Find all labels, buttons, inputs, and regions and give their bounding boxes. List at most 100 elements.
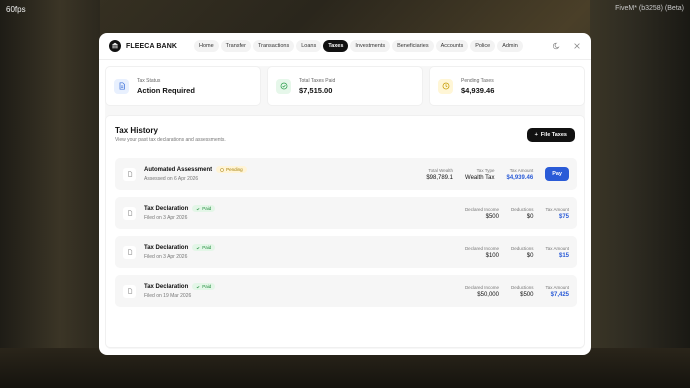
nav-item-investments[interactable]: Investments — [350, 40, 391, 52]
metric-label: Declared Income — [464, 206, 499, 212]
metric-label: Deductions — [510, 284, 534, 290]
metric-value: $100 — [485, 252, 499, 259]
row-metrics: Declared Income $50,000 Deductions $500 … — [465, 285, 569, 298]
history-row: Tax Declaration Paid Filed on 3 Apr 2026… — [115, 236, 577, 268]
metric-label: Declared Income — [464, 245, 499, 251]
metric-value: $7,425 — [550, 291, 569, 298]
document-icon — [114, 78, 129, 94]
metric-value: $75 — [558, 213, 569, 220]
row-metric: Deductions $0 — [511, 207, 534, 220]
summary-cards: Tax Status Action Required Total Taxes P… — [105, 66, 585, 106]
nav-item-admin[interactable]: Admin — [497, 40, 523, 52]
document-icon — [123, 206, 136, 220]
nav-item-taxes[interactable]: Taxes — [323, 40, 349, 52]
history-row: Tax Declaration Paid Filed on 19 Mar 202… — [115, 275, 577, 307]
card-label: Total Taxes Paid — [299, 77, 336, 84]
nav-item-accounts[interactable]: Accounts — [435, 40, 469, 52]
card-value: $7,515.00 — [299, 85, 333, 95]
pay-button[interactable]: Pay — [545, 167, 569, 181]
document-icon — [123, 167, 136, 181]
status-badge: Paid — [192, 205, 216, 212]
row-metric: Tax Amount $7,425 — [545, 285, 569, 298]
plus-icon: + — [534, 132, 538, 138]
metric-label: Tax Amount — [545, 245, 569, 251]
metric-value: Wealth Tax — [465, 174, 495, 181]
metric-label: Declared Income — [464, 284, 499, 290]
row-metric: Declared Income $50,000 — [465, 285, 499, 298]
brand-name: FLEECA BANK — [126, 42, 178, 50]
row-metric: Declared Income $500 — [465, 207, 499, 220]
document-icon — [123, 284, 136, 298]
row-metrics: Total Wealth $98,789.1 Tax Type Wealth T… — [426, 167, 569, 181]
main-nav: Home Transfer Transactions Loans Taxes Invest… — [194, 40, 523, 52]
metric-label: Tax Amount — [509, 167, 534, 173]
metric-label: Deductions — [510, 245, 534, 251]
history-title: Tax History — [115, 126, 158, 135]
history-subtitle: View your past tax declarations and asse… — [115, 137, 226, 143]
row-title: Tax Declaration — [144, 283, 189, 290]
file-taxes-label: File Taxes — [540, 132, 567, 138]
card-value: $4,939.46 — [461, 85, 495, 95]
theme-toggle-icon[interactable] — [553, 42, 561, 50]
tax-history-panel: Tax History View your past tax declarati… — [105, 115, 585, 348]
history-row: Tax Declaration Paid Filed on 3 Apr 2026… — [115, 197, 577, 229]
metric-value: $15 — [558, 252, 569, 259]
summary-card: Pending Taxes $4,939.46 — [429, 66, 585, 106]
status-badge: Pending — [216, 166, 247, 173]
row-metric: Tax Amount $4,939.46 — [507, 168, 534, 181]
row-metrics: Declared Income $100 Deductions $0 Tax A… — [465, 246, 569, 259]
row-metric: Deductions $500 — [511, 285, 534, 298]
nav-item-transactions[interactable]: Transactions — [252, 40, 295, 52]
row-metric: Total Wealth $98,789.1 — [426, 168, 453, 181]
bank-window: FLEECA BANK Home Transfer Transactions Loan… — [99, 33, 591, 355]
metric-label: Tax Type — [476, 167, 495, 173]
row-metric: Tax Amount $15 — [545, 246, 569, 259]
metric-value: $4,939.46 — [506, 174, 534, 181]
metric-label: Total Wealth — [428, 167, 454, 173]
background-right — [590, 0, 690, 388]
row-date: Filed on 19 Mar 2026 — [144, 293, 192, 299]
row-metric: Tax Amount $75 — [545, 207, 569, 220]
history-row: Automated Assessment Pending Assessed on… — [115, 158, 577, 190]
card-value: Action Required — [137, 85, 195, 95]
card-label: Pending Taxes — [461, 77, 494, 84]
clock-icon — [438, 78, 453, 94]
metric-label: Tax Amount — [545, 284, 569, 290]
metric-label: Tax Amount — [545, 206, 569, 212]
close-icon[interactable] — [573, 42, 581, 50]
build-label: FiveM* (b3258) (Beta) — [615, 5, 684, 12]
window-controls — [553, 42, 581, 50]
metric-value: $500 — [520, 291, 534, 298]
status-badge: Paid — [192, 283, 216, 290]
row-title: Tax Declaration — [144, 205, 189, 212]
nav-item-home[interactable]: Home — [194, 40, 219, 52]
metric-value: $0 — [526, 252, 534, 259]
background-left — [0, 0, 100, 388]
document-icon — [123, 245, 136, 259]
row-date: Assessed on 6 Apr 2026 — [144, 176, 199, 182]
nav-item-police[interactable]: Police — [470, 40, 496, 52]
row-metrics: Declared Income $500 Deductions $0 Tax A… — [465, 207, 569, 220]
check-circle-icon — [276, 78, 291, 94]
row-title: Automated Assessment — [144, 166, 213, 173]
metric-value: $98,789.1 — [426, 174, 454, 181]
content-area: Tax Status Action Required Total Taxes P… — [105, 66, 585, 349]
nav-item-beneficiaries[interactable]: Beneficiaries — [392, 40, 434, 52]
bank-logo-icon — [109, 40, 121, 52]
row-metric: Declared Income $100 — [465, 246, 499, 259]
row-title: Tax Declaration — [144, 244, 189, 251]
row-date: Filed on 3 Apr 2026 — [144, 215, 188, 221]
metric-value: $0 — [526, 213, 534, 220]
nav-item-transfer[interactable]: Transfer — [220, 40, 251, 52]
top-bar: FLEECA BANK Home Transfer Transactions Loan… — [99, 33, 591, 60]
nav-item-loans[interactable]: Loans — [296, 40, 322, 52]
row-metric: Tax Type Wealth Tax — [465, 168, 494, 181]
file-taxes-button[interactable]: + File Taxes — [526, 128, 575, 142]
row-metric: Deductions $0 — [511, 246, 534, 259]
status-badge: Paid — [192, 244, 216, 251]
summary-card: Tax Status Action Required — [105, 66, 261, 106]
summary-card: Total Taxes Paid $7,515.00 — [267, 66, 423, 106]
row-date: Filed on 3 Apr 2026 — [144, 254, 188, 260]
metric-value: $500 — [485, 213, 499, 220]
metric-value: $50,000 — [477, 291, 499, 298]
